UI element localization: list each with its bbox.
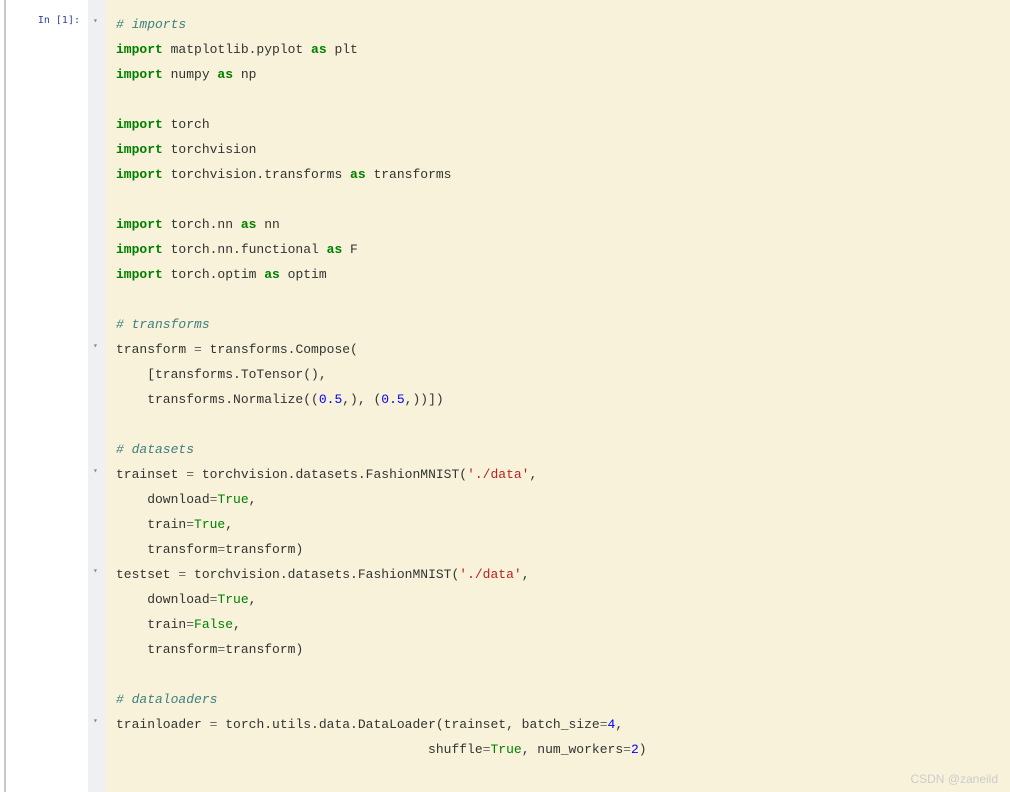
- prompt-area: In [1]:: [6, 0, 88, 792]
- code-line[interactable]: import torch.nn.functional as F: [116, 237, 1000, 262]
- code-line[interactable]: [116, 87, 1000, 112]
- code-editor[interactable]: # importsimport matplotlib.pyplot as plt…: [106, 0, 1010, 792]
- fold-gutter: ▾ ▾ ▾ ▾ ▾: [88, 0, 106, 792]
- code-line[interactable]: train=False,: [116, 612, 1000, 637]
- code-line[interactable]: # imports: [116, 12, 1000, 37]
- code-line[interactable]: import matplotlib.pyplot as plt: [116, 37, 1000, 62]
- code-line[interactable]: download=True,: [116, 487, 1000, 512]
- code-line[interactable]: transform = transforms.Compose(: [116, 337, 1000, 362]
- code-line[interactable]: [116, 662, 1000, 687]
- code-line[interactable]: # transforms: [116, 312, 1000, 337]
- code-line[interactable]: transforms.Normalize((0.5,), (0.5,))]): [116, 387, 1000, 412]
- fold-marker-icon[interactable]: ▾: [93, 16, 98, 25]
- code-line[interactable]: import torchvision: [116, 137, 1000, 162]
- code-line[interactable]: [116, 287, 1000, 312]
- code-line[interactable]: import torch.nn as nn: [116, 212, 1000, 237]
- code-line[interactable]: [116, 187, 1000, 212]
- fold-marker-icon[interactable]: ▾: [93, 566, 98, 575]
- code-line[interactable]: import torch: [116, 112, 1000, 137]
- code-line[interactable]: trainset = torchvision.datasets.FashionM…: [116, 462, 1000, 487]
- code-line[interactable]: import torch.optim as optim: [116, 262, 1000, 287]
- code-line[interactable]: transform=transform): [116, 537, 1000, 562]
- code-line[interactable]: [116, 412, 1000, 437]
- code-line[interactable]: import numpy as np: [116, 62, 1000, 87]
- code-line[interactable]: shuffle=True, num_workers=2): [116, 737, 1000, 762]
- code-line[interactable]: [transforms.ToTensor(),: [116, 362, 1000, 387]
- code-line[interactable]: # dataloaders: [116, 687, 1000, 712]
- notebook-cell: In [1]: ▾ ▾ ▾ ▾ ▾ # importsimport matplotlib…: [0, 0, 1010, 792]
- code-line[interactable]: train=True,: [116, 512, 1000, 537]
- code-line[interactable]: # datasets: [116, 437, 1000, 462]
- code-line[interactable]: testset = torchvision.datasets.FashionMN…: [116, 562, 1000, 587]
- fold-marker-icon[interactable]: ▾: [93, 716, 98, 725]
- code-line[interactable]: trainloader = torch.utils.data.DataLoade…: [116, 712, 1000, 737]
- code-line[interactable]: import torchvision.transforms as transfo…: [116, 162, 1000, 187]
- input-prompt: In [1]:: [38, 15, 80, 26]
- code-line[interactable]: download=True,: [116, 587, 1000, 612]
- fold-marker-icon[interactable]: ▾: [93, 466, 98, 475]
- watermark: CSDN @zaneild: [910, 772, 998, 786]
- fold-marker-icon[interactable]: ▾: [93, 341, 98, 350]
- code-line[interactable]: transform=transform): [116, 637, 1000, 662]
